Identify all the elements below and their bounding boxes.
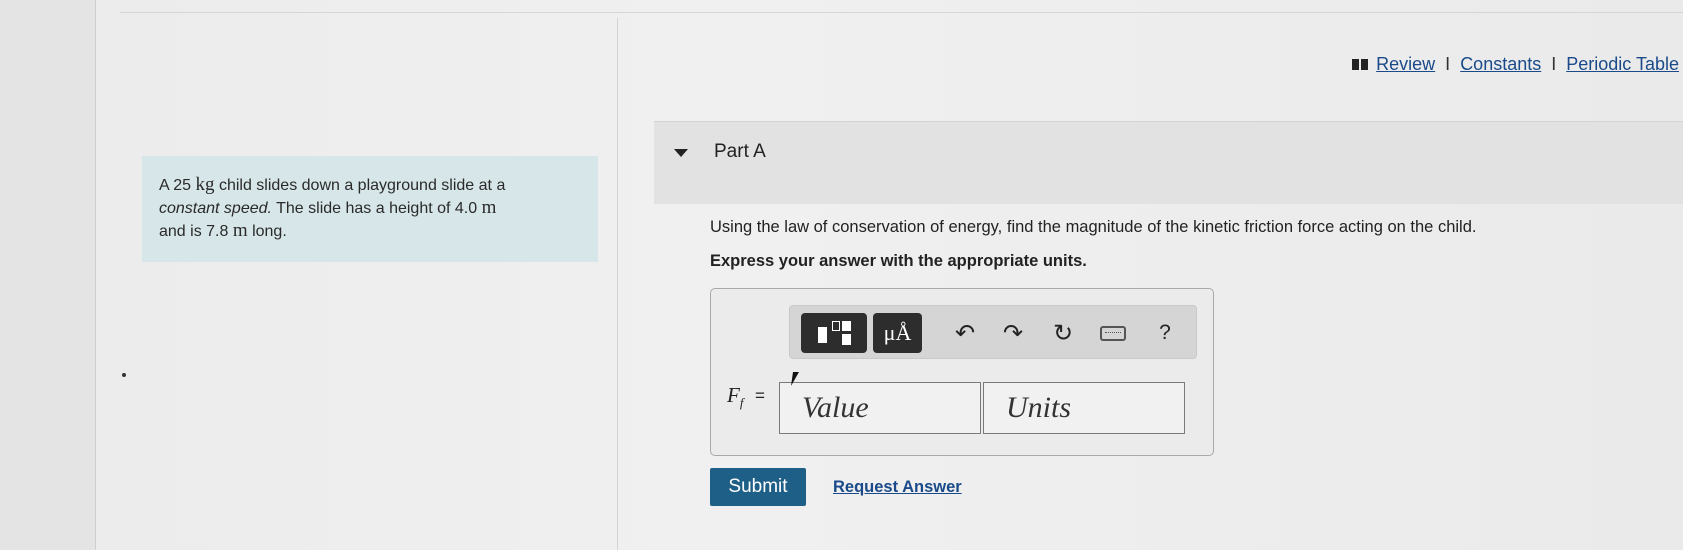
height-unit: m [481,197,497,218]
keyboard-icon [1100,325,1126,341]
reset-button[interactable]: ↻ [1046,313,1080,353]
resource-links: Review I Constants I Periodic Table [1352,54,1679,75]
request-answer-link[interactable]: Request Answer [833,478,962,497]
undo-button[interactable]: ↶ [948,313,982,353]
length-unit: m [232,220,248,241]
undo-icon: ↶ [954,319,976,347]
question-text: Using the law of conservation of energy,… [710,218,1477,236]
answer-panel: μÅ ↶ ↷ ↻ ? Ff = Value Units [710,288,1214,456]
templates-button[interactable] [801,313,867,353]
units-button[interactable]: μÅ [873,313,922,353]
book-icon [1352,59,1369,70]
variable-subscript: f [739,395,744,411]
variable-symbol: F [727,383,740,407]
column-divider [617,18,618,550]
value-input[interactable]: Value [779,382,981,434]
units-icon: μÅ [883,320,912,345]
top-divider [120,12,1683,13]
link-separator: I [1445,54,1451,74]
problem-statement: A 25 kg child slides down a playground s… [142,156,598,262]
problem-text-3: The slide has a height of 4.0 [276,200,478,217]
page-background [95,0,1683,550]
link-separator: I [1551,54,1557,74]
units-input[interactable]: Units [983,382,1185,434]
help-button[interactable]: ? [1148,313,1182,353]
stray-dot [122,373,126,377]
collapse-caret-icon[interactable] [674,149,688,157]
variable-label: Ff [727,383,743,411]
instruction-text: Express your answer with the appropriate… [710,252,1087,270]
problem-text-4: and is 7.8 [159,223,229,240]
part-title: Part A [714,141,766,162]
constants-link[interactable]: Constants [1460,54,1541,75]
reset-icon: ↻ [1052,319,1074,347]
problem-emphasis: constant speed. [159,200,272,217]
part-a-header[interactable]: Part A [654,121,1683,204]
templates-icon [814,319,854,347]
equals-sign: = [755,386,765,405]
mass-unit: kg [195,174,215,195]
redo-icon: ↷ [1002,319,1024,347]
problem-text-2: child slides down a playground slide at … [218,177,506,194]
math-toolbar: μÅ ↶ ↷ ↻ ? [789,305,1197,359]
problem-text-5: long. [252,223,287,240]
help-icon: ? [1159,321,1171,344]
redo-button[interactable]: ↷ [996,313,1030,353]
left-border [95,0,96,550]
review-link[interactable]: Review [1376,54,1435,75]
periodic-table-link[interactable]: Periodic Table [1566,54,1679,75]
submit-button[interactable]: Submit [710,468,806,506]
problem-text-1: A 25 [159,177,192,194]
keyboard-button[interactable] [1096,313,1130,353]
